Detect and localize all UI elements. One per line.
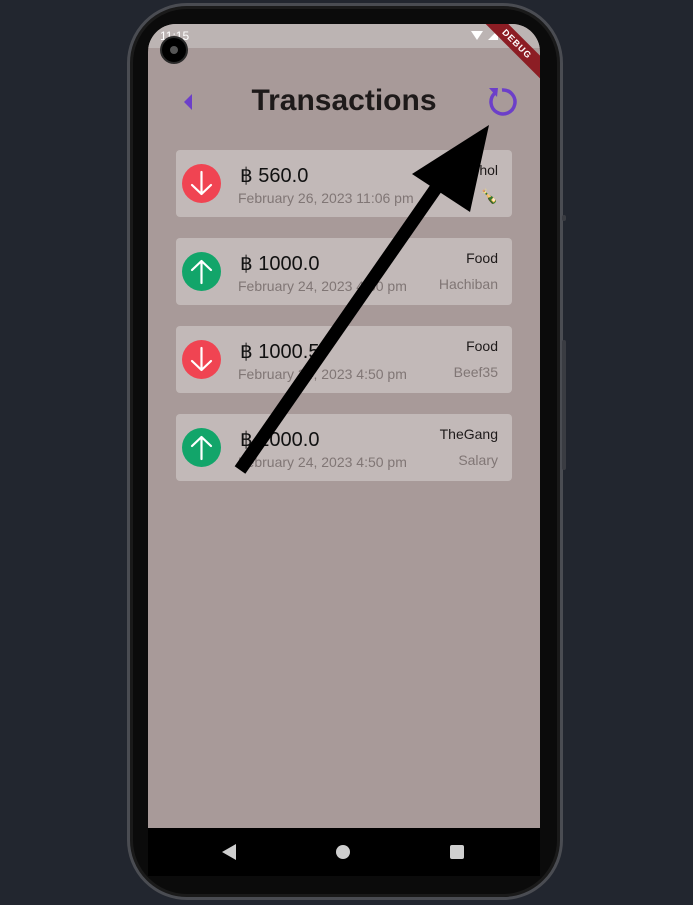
system-nav-bar: [148, 828, 540, 876]
annotation-arrow: [234, 125, 489, 474]
nav-home-icon[interactable]: [336, 845, 350, 859]
nav-back-icon[interactable]: [222, 844, 236, 860]
arrow-shaft: [234, 164, 456, 474]
nav-recents-icon[interactable]: [450, 845, 464, 859]
